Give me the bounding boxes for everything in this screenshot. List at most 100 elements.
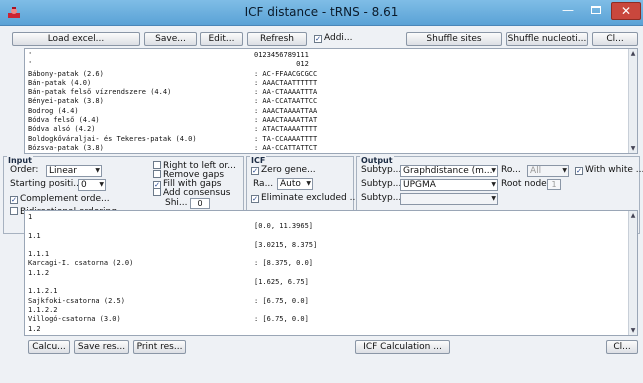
result-row: 1.1.1 — [28, 250, 618, 259]
ro-select[interactable]: All ▼ — [527, 165, 569, 177]
subtype-label-3: Subtyp... — [361, 193, 402, 203]
scroll-up-icon[interactable]: ▲ — [629, 211, 637, 220]
results-scrollbar[interactable]: ▲ ▼ — [628, 211, 637, 335]
icf-panel-title: ICF — [250, 156, 267, 165]
alignment-row-value: : AAACTAATTTTTT — [254, 78, 318, 87]
scroll-up-icon[interactable]: ▲ — [629, 49, 637, 58]
alignment-row: Bényei-patak (3.8) : AA-CCATAATTCC — [28, 97, 618, 106]
order-label: Order: — [10, 165, 39, 175]
shift-input[interactable]: 0 — [190, 198, 210, 209]
remove-gaps-checkbox[interactable] — [153, 170, 161, 178]
ra-select[interactable]: Auto ▼ — [277, 178, 313, 190]
result-row: [1.625, 6.75] — [28, 278, 618, 287]
refresh-button[interactable]: Refresh — [247, 32, 307, 46]
alignment-row: Bódva felső (4.4): AAACTAAAATTAT — [28, 116, 618, 125]
window-title: ICF distance - tRNS - 8.61 — [244, 5, 399, 19]
chevron-down-icon: ▼ — [491, 195, 496, 202]
close-bottom-button[interactable]: Cl... — [606, 340, 638, 354]
subtype-select-1[interactable]: Graphdistance (m... ▼ — [400, 165, 498, 177]
result-row-label: 1.1.2 — [28, 268, 50, 277]
results-content: 1 [0.0, 11.3965] 1.1 [3.0215, 8.375] 1.1.1 Ka… — [28, 213, 618, 334]
alignment-row: Bodrog (4.4): AAACTAAAATTAA — [28, 107, 618, 116]
alignment-row-label: Bódva alsó (4.2) — [28, 125, 96, 134]
with-white-toggle[interactable]: ✓ With white ... — [575, 165, 643, 175]
chevron-down-icon: ▼ — [562, 167, 567, 174]
scroll-down-icon[interactable]: ▼ — [629, 144, 637, 153]
add-checkbox[interactable]: ✓ — [314, 35, 322, 43]
with-white-label: With white ... — [585, 165, 643, 175]
zero-gene-label: Zero gene... — [261, 165, 316, 175]
alignment-row: Bózsva-patak (3.8): AA-CCATTATTCT — [28, 144, 618, 153]
ro-select-value: All — [530, 166, 542, 176]
input-panel-title: Input — [7, 156, 33, 165]
root-node-input[interactable]: 1 — [547, 179, 561, 190]
result-row-value: : [8.375, 0.0] — [254, 259, 314, 268]
save-button[interactable]: Save... — [144, 32, 197, 46]
edit-button[interactable]: Edit... — [200, 32, 243, 46]
eliminate-toggle[interactable]: ✓ Eliminate excluded ... — [251, 193, 358, 203]
close-icon: ✕ — [620, 4, 632, 18]
starting-position-value: 0 — [81, 180, 87, 190]
result-row: Sajkfoki-csatorna (2.5): [6.75, 0.0] — [28, 297, 618, 306]
alignment-row-value: : AC-FFAACGCGCC — [254, 69, 318, 78]
with-white-checkbox[interactable]: ✓ — [575, 167, 583, 175]
eliminate-checkbox[interactable]: ✓ — [251, 195, 259, 203]
alignment-row-value: : AAACTAAAATTAT — [254, 116, 318, 125]
complement-checkbox[interactable]: ✓ — [10, 196, 18, 204]
result-row-label: 1.1.2.2 — [28, 305, 58, 314]
subtype-select-2-value: UPGMA — [403, 180, 436, 190]
output-panel-title: Output — [360, 156, 394, 165]
alignment-row: Bábony-patak (2.6) : AC-FFAACGCGCC — [28, 70, 618, 79]
right-to-left-checkbox[interactable] — [153, 161, 161, 169]
alignment-row-value: : AA-CTAAAATTTA — [254, 88, 318, 97]
shuffle-sites-button[interactable]: Shuffle sites — [406, 32, 502, 46]
subtype-select-1-value: Graphdistance (m... — [403, 166, 493, 176]
zero-gene-toggle[interactable]: ✓ Zero gene... — [251, 165, 316, 175]
result-row: 1.2 — [28, 325, 618, 334]
results-text-area[interactable]: 1 [0.0, 11.3965] 1.1 [3.0215, 8.375] 1.1.1 Ka… — [24, 210, 638, 336]
starting-position-select[interactable]: 0 ▼ — [78, 179, 106, 191]
alignment-scrollbar[interactable]: ▲ ▼ — [628, 49, 637, 153]
minimize-button[interactable]: — — [555, 2, 581, 20]
complement-toggle[interactable]: ✓ Complement orde... — [10, 194, 110, 204]
maximize-button[interactable] — [583, 2, 609, 20]
shuffle-nucleotides-button[interactable]: Shuffle nucleoti... — [506, 32, 588, 46]
starting-position-label: Starting positi... — [10, 179, 82, 189]
add-toggle[interactable]: ✓ Addi... — [314, 33, 353, 43]
load-excel-button[interactable]: Load excel... — [12, 32, 140, 46]
alignment-row-label: Bábony-patak (2.6) — [28, 69, 104, 78]
print-results-button[interactable]: Print res... — [133, 340, 186, 354]
save-results-button[interactable]: Save res... — [74, 340, 129, 354]
result-row-label: 1.1.2.1 — [28, 287, 58, 296]
bidirectional-checkbox[interactable] — [10, 207, 18, 215]
subtype-select-3[interactable]: ▼ — [400, 193, 498, 205]
zero-gene-checkbox[interactable]: ✓ — [251, 167, 259, 175]
close-button[interactable]: Cl... — [592, 32, 638, 46]
result-row-value: [0.0, 11.3965] — [254, 222, 314, 231]
close-window-button[interactable]: ✕ — [611, 2, 641, 20]
alignment-row-value: 0123456789111 — [254, 51, 309, 59]
add-consensus-toggle[interactable]: Add consensus — [153, 188, 230, 198]
ra-label: Ra... — [253, 179, 274, 189]
alignment-row-label: ' — [28, 51, 33, 59]
order-select-value: Linear — [49, 166, 77, 176]
alignment-row-label: Bényei-patak (3.8) — [28, 97, 104, 106]
result-row: Karcagi-I. csatorna (2.0): [8.375, 0.0] — [28, 259, 618, 268]
alignment-row-value: 012 — [254, 60, 309, 69]
alignment-row-label: Bózsva-patak (3.8) — [28, 143, 104, 152]
calculate-button[interactable]: Calcu... — [28, 340, 70, 354]
alignment-row-value: : TA-CCAAAATTTT — [254, 134, 318, 143]
subtype-select-2[interactable]: UPGMA ▼ — [400, 179, 498, 191]
result-row-label: 1 — [28, 213, 33, 221]
scroll-down-icon[interactable]: ▼ — [629, 326, 637, 335]
alignment-row-value: : AA-CCATAATTCC — [254, 97, 318, 106]
alignment-text-area[interactable]: ' 0123456789111 ' 012 Bábony-patak (2.6): A… — [24, 48, 638, 154]
ro-label: Ro... — [501, 165, 521, 175]
add-consensus-checkbox[interactable] — [153, 188, 161, 196]
subtype-label-1: Subtyp... — [361, 165, 402, 175]
subtype-label-2: Subtyp... — [361, 179, 402, 189]
order-select[interactable]: Linear ▼ — [46, 165, 102, 177]
icf-calculation-button[interactable]: ICF Calculation ... — [355, 340, 450, 354]
result-row: Villogó-csatorna (3.0): [6.75, 0.0] — [28, 315, 618, 324]
result-row-value: [1.625, 6.75] — [254, 278, 309, 287]
